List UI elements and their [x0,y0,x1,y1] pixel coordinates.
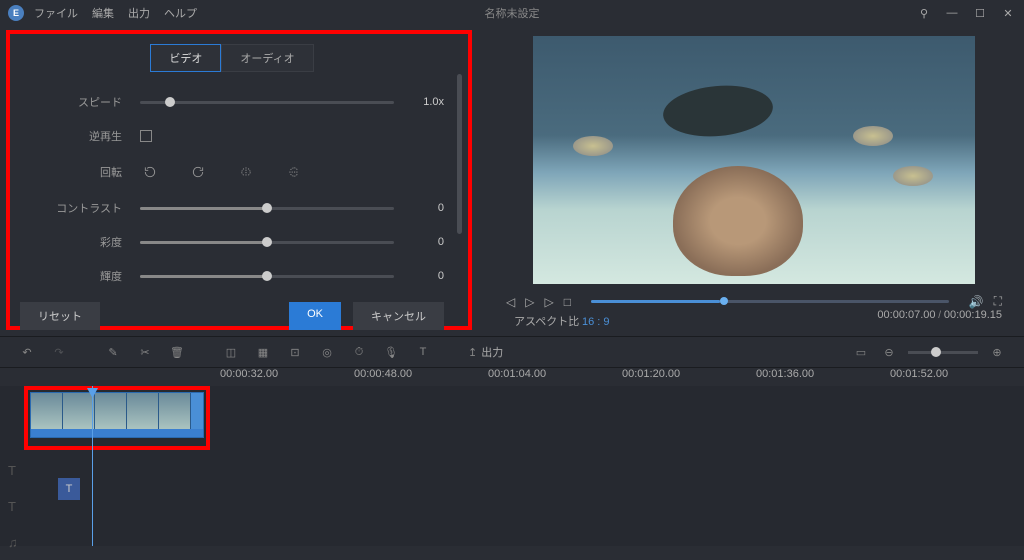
menu-file[interactable]: ファイル [34,5,78,21]
cancel-button[interactable]: キャンセル [353,302,444,330]
ok-button[interactable]: OK [289,302,341,330]
volume-icon[interactable]: 🔊 [969,295,984,309]
saturation-label: 彩度 [20,234,140,250]
main-menu: ファイル 編集 出力 ヘルプ [34,5,197,21]
brightness-value: 0 [394,270,444,282]
window-title: 名称未設定 [485,5,540,21]
menu-export[interactable]: 出力 [128,5,150,21]
reverse-label: 逆再生 [20,128,140,144]
saturation-slider[interactable] [140,241,394,244]
undo-icon[interactable]: ↶ [18,343,36,361]
zoom-out-icon[interactable]: ⊖ [880,343,898,361]
menu-edit[interactable]: 編集 [92,5,114,21]
fish-shape [573,136,613,156]
contrast-slider[interactable] [140,207,394,210]
crop-icon[interactable]: ◫ [222,343,240,361]
preview-video [533,36,975,284]
time-ruler[interactable]: 00:00:32.0000:00:48.0000:01:04.00 00:01:… [0,368,1024,386]
timeline-toolbar: ↶ ↷ ✎ ✂ 🗑 ◫ ▦ ⊡ ◎ ⏱ 🎙 T ↥ 出力 ▭ ⊖ ⊕ [0,336,1024,368]
fish-shape [893,166,933,186]
tab-video[interactable]: ビデオ [150,44,221,72]
redo-icon[interactable]: ↷ [50,343,68,361]
voiceover-icon[interactable]: 🎙 [382,343,400,361]
fullscreen-icon[interactable]: ⛶ [994,294,1002,309]
text-track-icon: T [8,499,22,514]
fish-shape [661,81,775,140]
export-button[interactable]: ↥ 出力 [468,344,503,360]
titlebar: E ファイル 編集 出力 ヘルプ 名称未設定 ⚲ — ☐ ✕ [0,0,1024,26]
brightness-slider[interactable] [140,275,394,278]
rotate-cw-icon[interactable] [188,162,208,182]
aspect-ratio: アスペクト比 16 : 9 [506,313,610,329]
marker-icon[interactable]: ▭ [852,343,870,361]
fish-shape [853,126,893,146]
menu-help[interactable]: ヘルプ [164,5,197,21]
pin-icon[interactable]: ⚲ [916,7,932,20]
prev-frame-icon[interactable]: ◁ [506,295,515,309]
cut-icon[interactable]: ✂ [136,343,154,361]
app-logo: E [8,5,24,21]
maximize-icon[interactable]: ☐ [972,7,988,20]
rotate-ccw-icon[interactable] [140,162,160,182]
minimize-icon[interactable]: — [944,7,960,20]
play-icon[interactable]: ▷ [525,295,534,309]
edit-icon[interactable]: ✎ [104,343,122,361]
clip-highlight [24,386,210,450]
video-clip[interactable] [30,392,204,438]
zoom-region-icon[interactable]: ⊡ [286,343,304,361]
text-tool-icon[interactable]: T [414,343,432,361]
close-icon[interactable]: ✕ [1000,7,1016,20]
progress-bar[interactable] [591,300,949,303]
speed-label: スピード [20,94,140,110]
preview-panel: ◁ ▷ ▷ □ 🔊 ⛶ アスペクト比 16 : 9 00:00:07.00 / … [472,26,1024,330]
video-settings-panel: ビデオ オーディオ スピード 1.0x 逆再生 回転 コントラスト 0 [6,30,472,330]
tab-audio[interactable]: オーディオ [221,44,313,72]
reset-button[interactable]: リセット [20,302,100,330]
speed-slider[interactable] [140,101,394,104]
panel-scrollbar[interactable] [457,74,462,234]
speed-icon[interactable]: ⏱ [350,343,368,361]
zoom-slider[interactable] [908,351,978,354]
contrast-value: 0 [394,202,444,214]
next-frame-icon[interactable]: ▷ [544,295,553,309]
mosaic-icon[interactable]: ▦ [254,343,272,361]
snapshot-icon[interactable]: ◎ [318,343,336,361]
text-track-icon: T [8,463,22,478]
zoom-in-icon[interactable]: ⊕ [988,343,1006,361]
flip-vertical-icon[interactable] [284,162,304,182]
aspect-value[interactable]: 16 : 9 [582,316,610,328]
stop-icon[interactable]: □ [564,295,571,309]
time-display: 00:00:07.00 / 00:00:19.15 [877,309,1002,329]
fish-shape [673,166,803,276]
brightness-label: 輝度 [20,268,140,284]
rotate-label: 回転 [20,164,140,180]
flip-horizontal-icon[interactable] [236,162,256,182]
audio-track-icon: ♫ [8,535,22,550]
reverse-checkbox[interactable] [140,130,152,142]
timeline[interactable]: T T T ♫ [0,386,1024,546]
window-controls: ⚲ — ☐ ✕ [916,7,1016,20]
delete-icon[interactable]: 🗑 [168,343,186,361]
speed-value: 1.0x [394,96,444,108]
saturation-value: 0 [394,236,444,248]
contrast-label: コントラスト [20,200,140,216]
